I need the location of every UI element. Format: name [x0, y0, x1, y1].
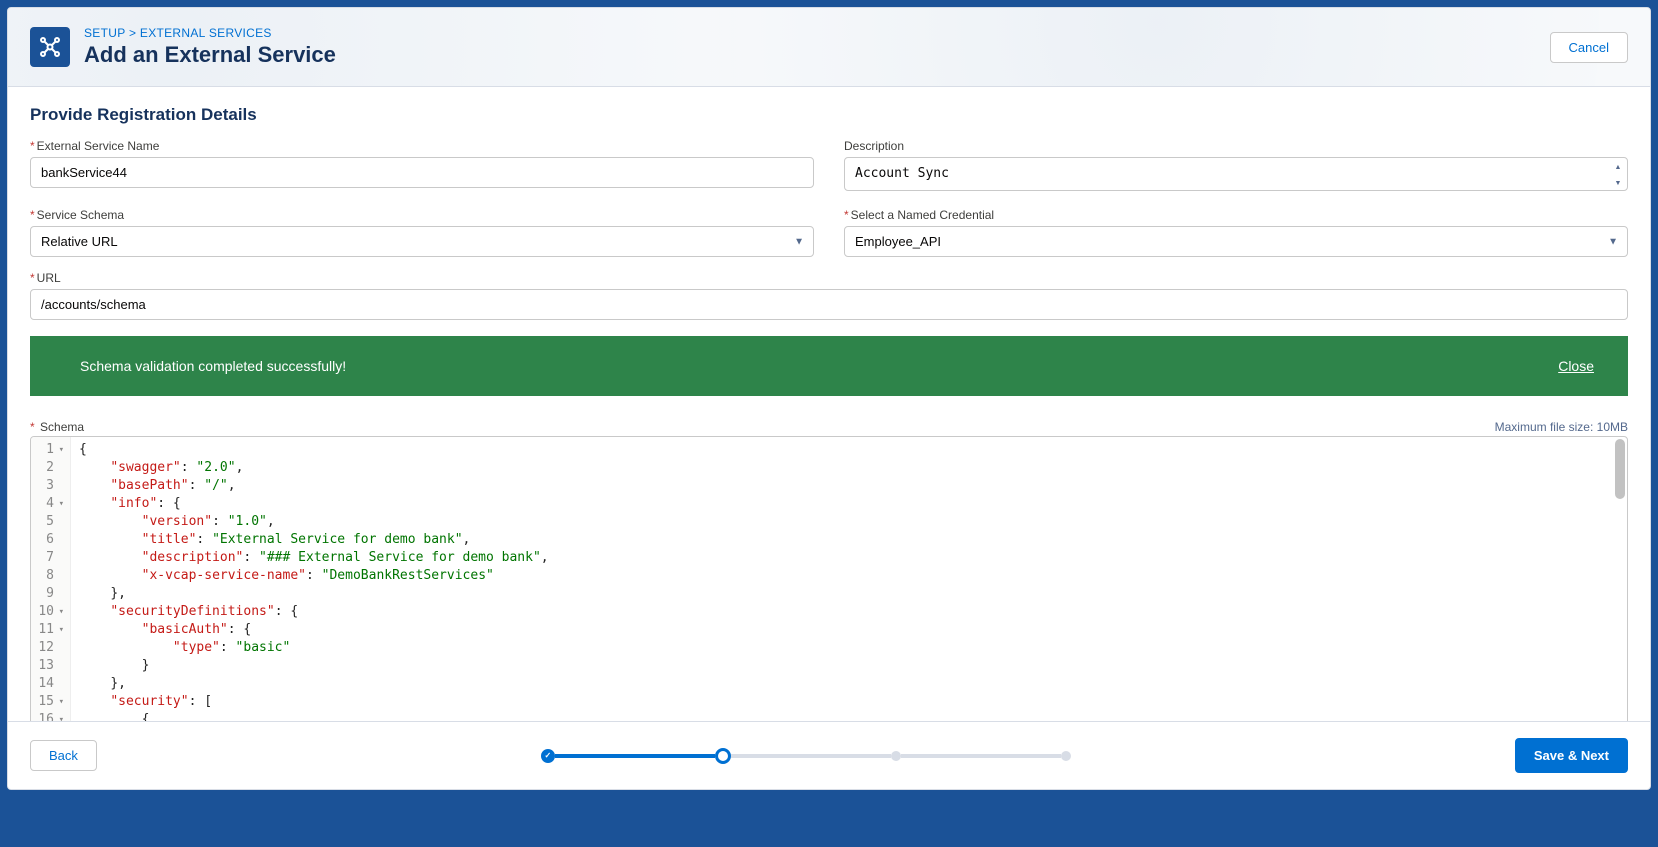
breadcrumb-external-services[interactable]: EXTERNAL SERVICES [140, 26, 272, 40]
gutter-line: 6 [35, 531, 64, 549]
page-header: SETUP > EXTERNAL SERVICES Add an Externa… [8, 8, 1650, 87]
code-line[interactable]: { [79, 711, 1619, 721]
progress-step-3 [891, 751, 901, 761]
breadcrumb-setup[interactable]: SETUP [84, 26, 125, 40]
gutter-line: 15▾ [35, 693, 64, 711]
wizard-progress [541, 748, 1071, 764]
progress-step-1-done [541, 749, 555, 763]
code-line[interactable]: "type": "basic" [79, 639, 1619, 657]
progress-step-2-current [715, 748, 731, 764]
code-line[interactable]: "swagger": "2.0", [79, 459, 1619, 477]
code-line[interactable]: "version": "1.0", [79, 513, 1619, 531]
gutter-line: 1▾ [35, 441, 64, 459]
gutter-line: 2 [35, 459, 64, 477]
code-line[interactable]: "basePath": "/", [79, 477, 1619, 495]
gutter-line: 14 [35, 675, 64, 693]
fold-toggle-icon[interactable]: ▾ [56, 495, 64, 513]
fold-toggle-icon[interactable]: ▾ [56, 711, 64, 721]
code-line[interactable]: "basicAuth": { [79, 621, 1619, 639]
breadcrumb: SETUP > EXTERNAL SERVICES [84, 26, 1536, 40]
code-line[interactable]: "security": [ [79, 693, 1619, 711]
schema-code-editor[interactable]: 1▾234▾5678910▾11▾12131415▾16▾17▾ { "swag… [30, 436, 1628, 721]
url-input[interactable] [30, 289, 1628, 320]
code-line[interactable]: } [79, 657, 1619, 675]
back-button[interactable]: Back [30, 740, 97, 771]
gutter-line: 13 [35, 657, 64, 675]
success-banner: Schema validation completed successfully… [30, 336, 1628, 396]
gutter-line: 7 [35, 549, 64, 567]
content-scroll-area[interactable]: Provide Registration Details *External S… [8, 105, 1650, 721]
gutter-line: 3 [35, 477, 64, 495]
gutter-line: 5 [35, 513, 64, 531]
code-line[interactable]: "description": "### External Service for… [79, 549, 1619, 567]
external-service-icon [30, 27, 70, 67]
service-schema-select[interactable]: Relative URL [30, 226, 814, 257]
gutter-line: 10▾ [35, 603, 64, 621]
schema-label: * Schema [30, 420, 1495, 434]
gutter-line: 12 [35, 639, 64, 657]
fold-toggle-icon[interactable]: ▾ [56, 693, 64, 711]
external-service-name-input[interactable] [30, 157, 814, 188]
page-title: Add an External Service [84, 42, 1536, 68]
service-schema-label: *Service Schema [30, 208, 814, 222]
banner-close-link[interactable]: Close [1558, 358, 1594, 374]
gutter-line: 16▾ [35, 711, 64, 721]
code-line[interactable]: }, [79, 585, 1619, 603]
named-credential-label: *Select a Named Credential [844, 208, 1628, 222]
external-service-name-label: *External Service Name [30, 139, 814, 153]
code-line[interactable]: "info": { [79, 495, 1619, 513]
gutter-line: 8 [35, 567, 64, 585]
gutter-line: 9 [35, 585, 64, 603]
fold-toggle-icon[interactable]: ▾ [56, 603, 64, 621]
description-resize-handle[interactable]: ▲▼ [1611, 160, 1625, 191]
editor-scrollbar[interactable] [1615, 439, 1625, 721]
code-line[interactable]: "x-vcap-service-name": "DemoBankRestServ… [79, 567, 1619, 585]
code-line[interactable]: { [79, 441, 1619, 459]
cancel-button[interactable]: Cancel [1550, 32, 1628, 63]
gutter-line: 4▾ [35, 495, 64, 513]
progress-step-4 [1061, 751, 1071, 761]
code-line[interactable]: "securityDefinitions": { [79, 603, 1619, 621]
fold-toggle-icon[interactable]: ▾ [56, 621, 64, 639]
gutter-line: 11▾ [35, 621, 64, 639]
section-title: Provide Registration Details [30, 105, 1628, 125]
code-line[interactable]: "title": "External Service for demo bank… [79, 531, 1619, 549]
description-label: Description [844, 139, 1628, 153]
banner-message: Schema validation completed successfully… [80, 358, 1558, 374]
fold-toggle-icon[interactable]: ▾ [56, 441, 64, 459]
save-and-next-button[interactable]: Save & Next [1515, 738, 1628, 773]
code-line[interactable]: }, [79, 675, 1619, 693]
description-input[interactable] [844, 157, 1628, 191]
wizard-footer: Back Save & Next [8, 722, 1650, 789]
schema-hint: Maximum file size: 10MB [1495, 420, 1628, 434]
named-credential-select[interactable]: Employee_API [844, 226, 1628, 257]
url-label: *URL [30, 271, 1628, 285]
